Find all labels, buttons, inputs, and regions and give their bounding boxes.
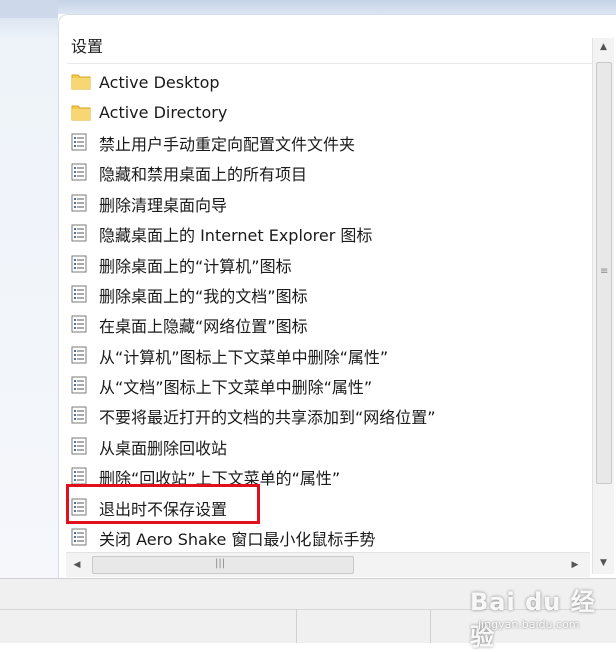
horizontal-scrollbar[interactable]: ◀ ||| ▶ <box>66 552 590 577</box>
scroll-right-arrow-icon[interactable]: ▶ <box>566 556 584 574</box>
vertical-scrollbar[interactable]: ▲ ≡ ▼ <box>592 38 614 574</box>
policy-setting-icon <box>71 315 91 335</box>
setting-list-item[interactable]: 隐藏和禁用桌面上的所有项目 <box>71 158 591 188</box>
policy-setting-icon <box>71 406 91 426</box>
policy-setting-icon <box>71 346 91 366</box>
scroll-up-arrow-icon[interactable]: ▲ <box>593 38 614 56</box>
list-item-label: Active Directory <box>99 103 228 123</box>
list-item-label: 删除清理桌面向导 <box>99 195 228 215</box>
policy-setting-icon <box>71 376 91 396</box>
setting-list-item[interactable]: 删除清理桌面向导 <box>71 189 591 219</box>
policy-setting-icon <box>71 133 91 153</box>
list-item-label: 删除桌面上的“我的文档”图标 <box>99 286 308 306</box>
grip-icon: ≡ <box>600 266 609 277</box>
list-item-label: 关闭 Aero Shake 窗口最小化鼠标手势 <box>99 530 376 550</box>
setting-list-item[interactable]: 删除桌面上的“我的文档”图标 <box>71 280 591 310</box>
navigation-pane <box>0 0 58 578</box>
vertical-scroll-thumb[interactable]: ≡ <box>596 62 612 484</box>
scroll-left-arrow-icon[interactable]: ◀ <box>68 556 86 574</box>
folder-icon <box>71 103 91 123</box>
column-header-settings[interactable]: 设置 <box>71 35 591 59</box>
list-item-label: 隐藏桌面上的 Internet Explorer 图标 <box>99 226 373 246</box>
list-item-label: 不要将最近打开的文档的共享添加到“网络位置” <box>99 408 436 428</box>
policy-setting-icon <box>71 437 91 457</box>
settings-list: Active Desktop Active Directory 禁止用户手动重定向配… <box>71 67 591 553</box>
policy-setting-icon <box>71 255 91 275</box>
list-item-label: 禁止用户手动重定向配置文件文件夹 <box>99 134 356 154</box>
folder-list-item[interactable]: Active Desktop <box>71 67 591 97</box>
setting-list-item[interactable]: 关闭 Aero Shake 窗口最小化鼠标手势 <box>71 523 591 553</box>
list-item-label: 在桌面上隐藏“网络位置”图标 <box>99 317 308 337</box>
list-top-bar <box>58 0 616 14</box>
setting-list-item[interactable]: 在桌面上隐藏“网络位置”图标 <box>71 310 591 340</box>
policy-setting-icon <box>71 285 91 305</box>
policy-setting-icon <box>71 194 91 214</box>
grip-icon: ||| <box>215 558 226 569</box>
list-item-label: Active Desktop <box>99 72 220 92</box>
policy-setting-icon <box>71 163 91 183</box>
highlight-annotation <box>66 484 260 524</box>
setting-list-item[interactable]: 不要将最近打开的文档的共享添加到“网络位置” <box>71 401 591 431</box>
horizontal-scroll-thumb[interactable]: ||| <box>92 556 354 574</box>
status-separator <box>430 609 431 643</box>
status-separator <box>296 609 297 643</box>
folder-list-item[interactable]: Active Directory <box>71 97 591 127</box>
list-item-label: 从桌面删除回收站 <box>99 438 228 458</box>
setting-list-item[interactable]: 从桌面删除回收站 <box>71 432 591 462</box>
setting-list-item[interactable]: 从“计算机”图标上下文菜单中删除“属性” <box>71 341 591 371</box>
setting-list-item[interactable]: 删除桌面上的“计算机”图标 <box>71 249 591 279</box>
list-item-label: 从“计算机”图标上下文菜单中删除“属性” <box>99 347 389 367</box>
setting-list-item[interactable]: 禁止用户手动重定向配置文件文件夹 <box>71 128 591 158</box>
setting-list-item[interactable]: 隐藏桌面上的 Internet Explorer 图标 <box>71 219 591 249</box>
policy-setting-icon <box>71 224 91 244</box>
column-header-divider <box>67 63 593 64</box>
folder-icon <box>71 72 91 92</box>
setting-list-item[interactable]: 从“文档”图标上下文菜单中删除“属性” <box>71 371 591 401</box>
policy-setting-icon <box>71 528 91 548</box>
navigation-pane-header <box>0 0 58 18</box>
list-item-label: 删除桌面上的“计算机”图标 <box>99 256 292 276</box>
watermark-url: jingyan.baidu.com <box>478 618 580 631</box>
list-item-label: 从“文档”图标上下文菜单中删除“属性” <box>99 378 373 398</box>
list-item-label: 隐藏和禁用桌面上的所有项目 <box>99 165 308 185</box>
scroll-down-arrow-icon[interactable]: ▼ <box>593 554 614 572</box>
